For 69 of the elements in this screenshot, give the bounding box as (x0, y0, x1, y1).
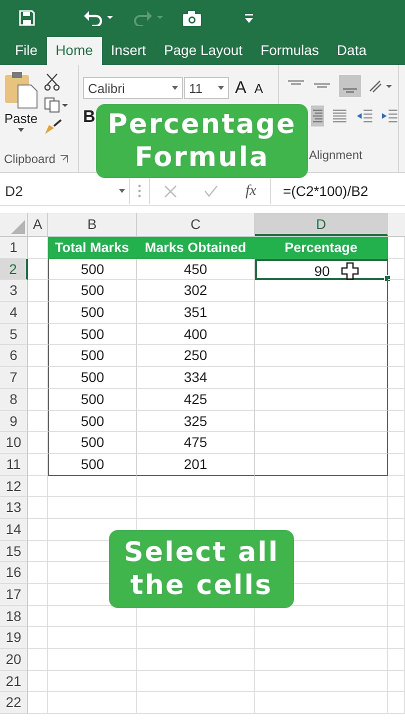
font-size-dropdown[interactable]: 11 (184, 77, 229, 99)
row-header[interactable]: 17 (0, 584, 28, 606)
table-cell: 90 (255, 258, 388, 280)
bold-button[interactable]: B (83, 107, 96, 126)
row-header[interactable]: 1 (0, 237, 28, 259)
table-cell: 500 (48, 280, 137, 302)
row-header[interactable]: 4 (0, 302, 28, 324)
column-header[interactable]: A (28, 213, 48, 236)
grow-font-button[interactable]: A (235, 78, 246, 98)
insert-function-button[interactable]: fx (245, 182, 256, 200)
header-cell: Marks Obtained (137, 237, 255, 259)
table-cell: 302 (137, 280, 255, 302)
row-header[interactable]: 19 (0, 627, 28, 650)
row-header[interactable]: 18 (0, 606, 28, 628)
row-header[interactable]: 10 (0, 432, 28, 454)
caption-text: Select all (124, 536, 280, 569)
table-cell: 500 (48, 454, 137, 476)
row-header[interactable]: 8 (0, 388, 28, 410)
table-cell: 400 (137, 324, 255, 346)
table-cell: 325 (137, 410, 255, 432)
table-cell: 500 (48, 410, 137, 432)
row-header[interactable]: 12 (0, 476, 28, 498)
group-label: Alignment (309, 148, 362, 162)
font-name-dropdown[interactable]: Calibri (83, 77, 183, 99)
row-header[interactable]: 21 (0, 670, 28, 692)
table-cell: 500 (48, 345, 137, 368)
column-header[interactable]: D (255, 213, 388, 236)
table-cell: 500 (48, 324, 137, 346)
group-label: Clipboard (4, 152, 56, 166)
row-header[interactable]: 5 (0, 324, 28, 346)
table-cell: 250 (137, 345, 255, 368)
header-cell: Percentage (255, 237, 388, 259)
paste-label[interactable]: Paste (4, 111, 38, 126)
table-cell: 500 (48, 432, 137, 454)
row-header[interactable]: 7 (0, 367, 28, 389)
row-header[interactable]: 16 (0, 562, 28, 584)
table-cell: 500 (48, 388, 137, 410)
table-cell: 475 (137, 432, 255, 454)
caption-text: Percentage (108, 108, 296, 141)
row-header[interactable]: 2 (0, 258, 28, 280)
row-header[interactable]: 6 (0, 345, 28, 368)
row-header[interactable]: 13 (0, 497, 28, 519)
table-cell: 500 (48, 302, 137, 324)
row-header[interactable]: 22 (0, 692, 28, 714)
row-header[interactable]: 9 (0, 410, 28, 432)
ribbon-tab[interactable]: Formulas (252, 37, 328, 65)
ribbon-tab[interactable]: Insert (102, 37, 155, 65)
column-header[interactable]: B (48, 213, 137, 236)
row-header[interactable]: 14 (0, 518, 28, 541)
table-cell: 351 (137, 302, 255, 324)
ribbon-tab[interactable]: Data (328, 37, 376, 65)
ribbon-tab[interactable]: Home (46, 37, 102, 65)
table-cell: 500 (48, 258, 137, 280)
table-cell: 500 (48, 367, 137, 389)
row-header[interactable]: 15 (0, 540, 28, 562)
ribbon-tab[interactable]: Page Layout (154, 37, 252, 65)
shrink-font-button[interactable]: A (254, 80, 264, 96)
table-cell: 201 (137, 454, 255, 476)
caption-text: the cells (130, 569, 273, 602)
ribbon-tab[interactable]: File (6, 37, 47, 65)
row-header[interactable]: 11 (0, 454, 28, 476)
row-header[interactable]: 3 (0, 280, 28, 302)
caption-text: Formula (134, 141, 270, 174)
table-cell: 425 (137, 388, 255, 410)
header-cell: Total Marks (48, 237, 137, 259)
row-header[interactable]: 20 (0, 649, 28, 671)
table-cell: 334 (137, 367, 255, 389)
table-cell: 450 (137, 258, 255, 280)
formula-field[interactable]: =(C2*100)/B2 (271, 183, 405, 199)
